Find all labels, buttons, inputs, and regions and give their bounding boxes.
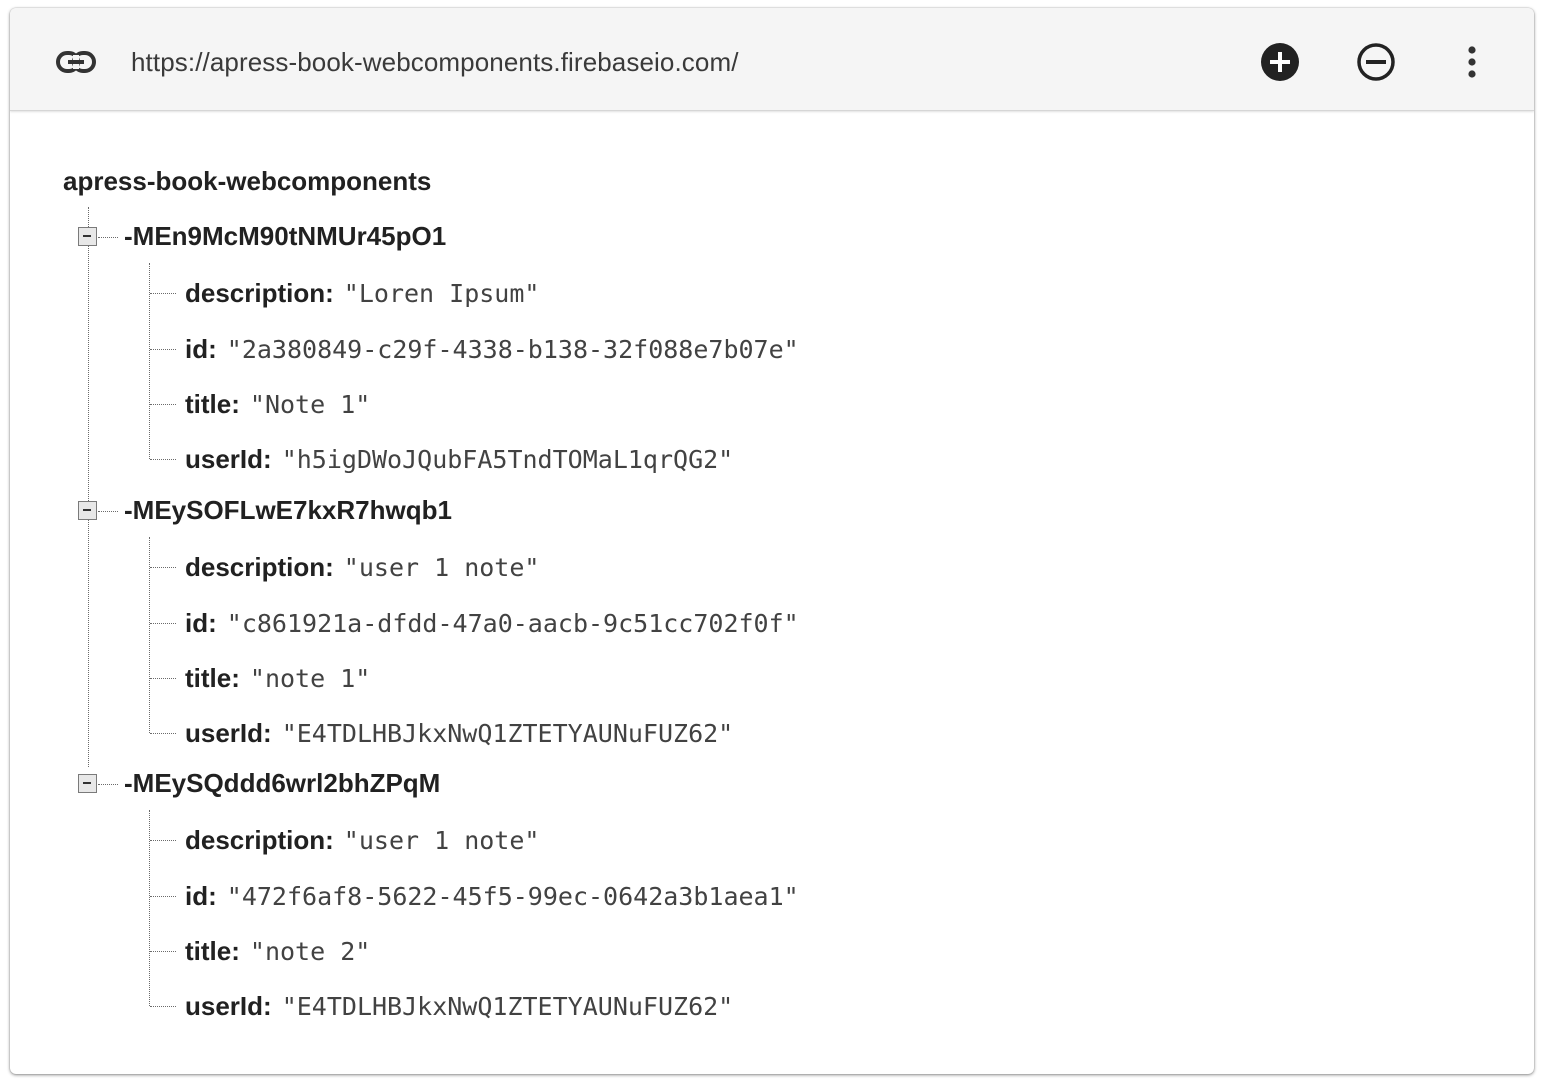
field-row-title: title: "Note 1" [185,388,370,420]
tree-connector [150,567,176,568]
field-key: title: [185,936,240,966]
tree-connector [150,951,176,952]
node-key[interactable]: -MEySQddd6wrl2bhZPqM [124,767,440,799]
field-row-title: title: "note 1" [185,662,370,694]
tree-connector [98,784,118,785]
field-key: id: [185,334,217,364]
tree-connector [150,1006,176,1007]
collapse-toggle[interactable] [78,227,97,246]
tree-connector [150,733,176,734]
field-row-id: id: "2a380849-c29f-4338-b138-32f088e7b07e… [185,333,799,365]
node-key[interactable]: -MEn9McM90tNMUr45pO1 [124,220,446,252]
tree-root-label[interactable]: apress-book-webcomponents [63,165,431,197]
field-key: id: [185,608,217,638]
field-row-userid: userId: "E4TDLHBJkxNwQ1ZTETYAUNuFUZ62" [185,990,733,1022]
field-key: userId: [185,991,272,1021]
field-row-title: title: "note 2" [185,935,370,967]
add-child-button[interactable] [1256,38,1304,86]
field-value[interactable]: "Loren Ipsum" [344,279,540,308]
field-key: title: [185,663,240,693]
add-circle-icon [1261,43,1299,81]
tree-connector [150,678,176,679]
field-row-id: id: "472f6af8-5622-45f5-99ec-0642a3b1aea1… [185,880,799,912]
field-value[interactable]: "user 1 note" [344,553,540,582]
field-key: description: [185,825,334,855]
field-value[interactable]: "Note 1" [250,390,370,419]
database-panel: https://apress-book-webcomponents.fireba… [10,8,1534,1074]
field-row-description: description: "Loren Ipsum" [185,277,539,309]
database-url[interactable]: https://apress-book-webcomponents.fireba… [131,44,739,80]
tree-connector [98,237,118,238]
field-value[interactable]: "E4TDLHBJkxNwQ1ZTETYAUNuFUZ62" [282,719,734,748]
field-value[interactable]: "2a380849-c29f-4338-b138-32f088e7b07e" [227,335,799,364]
field-value[interactable]: "user 1 note" [344,826,540,855]
field-row-id: id: "c861921a-dfdd-47a0-aacb-9c51cc702f0f… [185,607,799,639]
tree-connector [150,349,176,350]
field-value[interactable]: "c861921a-dfdd-47a0-aacb-9c51cc702f0f" [227,609,799,638]
tree-connector [150,459,176,460]
field-key: description: [185,552,334,582]
field-key: description: [185,278,334,308]
field-value[interactable]: "h5igDWoJQubFA5TndTOMaL1qrQG2" [282,445,734,474]
link-icon[interactable] [54,44,98,80]
field-value[interactable]: "472f6af8-5622-45f5-99ec-0642a3b1aea1" [227,882,799,911]
collapse-toggle[interactable] [78,501,97,520]
field-row-description: description: "user 1 note" [185,551,539,583]
field-row-userid: userId: "E4TDLHBJkxNwQ1ZTETYAUNuFUZ62" [185,717,733,749]
field-value[interactable]: "note 2" [250,937,370,966]
field-value[interactable]: "note 1" [250,664,370,693]
field-value[interactable]: "E4TDLHBJkxNwQ1ZTETYAUNuFUZ62" [282,992,734,1021]
remove-circle-outline-icon [1357,43,1395,81]
more-vert-icon [1468,46,1476,78]
node-key[interactable]: -MEySOFLwE7kxR7hwqb1 [124,494,452,526]
tree-connector [150,404,176,405]
tree-connector [150,623,176,624]
tree-connector [98,511,118,512]
tree-connector [150,896,176,897]
field-key: userId: [185,444,272,474]
field-row-userid: userId: "h5igDWoJQubFA5TndTOMaL1qrQG2" [185,443,733,475]
field-key: userId: [185,718,272,748]
tree-connector [150,293,176,294]
field-key: id: [185,881,217,911]
tree-connector [150,840,176,841]
field-key: title: [185,389,240,419]
data-tree: apress-book-webcomponents -MEn9McM90tNMU… [10,111,1534,1071]
collapse-toggle[interactable] [78,774,97,793]
field-row-description: description: "user 1 note" [185,824,539,856]
delete-node-button[interactable] [1352,38,1400,86]
toolbar: https://apress-book-webcomponents.fireba… [10,8,1534,111]
tree-connector [88,207,89,767]
more-options-button[interactable] [1448,38,1496,86]
